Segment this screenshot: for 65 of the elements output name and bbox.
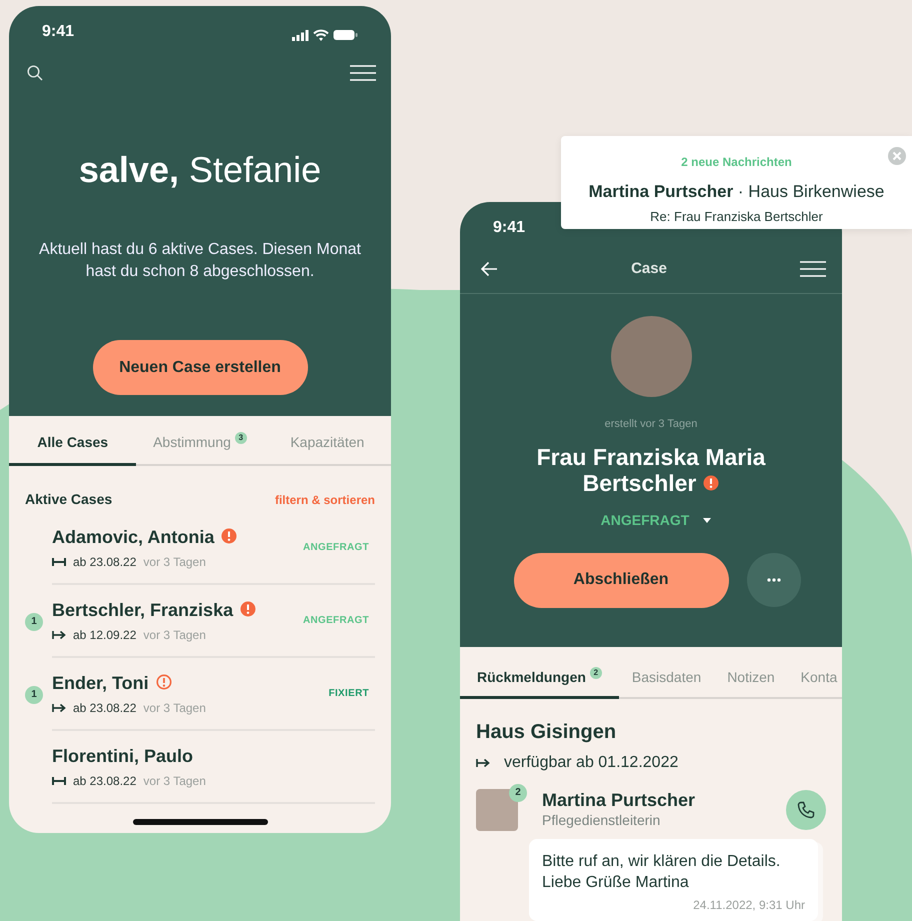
phone-icon (797, 801, 815, 819)
message-time: 24.11.2022, 9:31 Uhr (693, 898, 805, 912)
status-label: ANGEFRAGT (302, 541, 369, 555)
case-name: Bertschler (582, 470, 696, 496)
status-label: FIXIERT (328, 687, 369, 701)
tab[interactable]: Abstimmung 3 (136, 422, 264, 464)
contact-role: Pflegedienstleiterin (542, 810, 662, 830)
status-time: 9:41 (42, 22, 74, 42)
status-dropdown[interactable]: ANGEFRAGT (600, 510, 712, 530)
tab[interactable]: Alle Cases (9, 422, 136, 466)
count-badge: 3 (234, 432, 247, 444)
count-badge: 2 (509, 784, 527, 802)
case-name: Frau Franziska Maria (536, 444, 766, 470)
alert-icon (240, 601, 256, 617)
notification-subject: Re: Frau Franziska Bertschler (650, 208, 823, 224)
message-text: Bitte ruf an, wir klären die Details. Liebe Grüße Martina (542, 852, 782, 893)
case-name[interactable]: Bertschler, Franziska (52, 600, 234, 620)
menu-icon[interactable] (800, 261, 826, 278)
tab[interactable]: Rückmeldungen 2 (460, 657, 619, 699)
alert-icon (221, 528, 238, 544)
notification-title: 2 neue Nachrichten (681, 155, 792, 169)
status-time: 9:41 (493, 218, 526, 238)
created-age: vor 3 Tagen (143, 554, 206, 571)
start-date: ab 23.08.22 (73, 554, 136, 571)
notification-card[interactable]: 2 neue Nachrichten Martina Purtscher · Haus Birkenwiese Re: Frau Franziska Bertschler (561, 136, 912, 229)
signal-icon (292, 30, 309, 40)
count-badge: 1 (25, 686, 43, 704)
battery-icon (333, 29, 358, 41)
date-range-icon (52, 558, 66, 566)
search-icon[interactable] (27, 65, 43, 81)
created-age: vor 3 Tagen (143, 773, 206, 790)
wifi-icon (313, 29, 329, 41)
start-date: ab 12.09.22 (73, 627, 136, 644)
created-age: vor 3 Tagen (143, 700, 206, 717)
start-date: ab 23.08.22 (73, 773, 136, 790)
start-date: ab 23.08.22 (73, 700, 136, 717)
count-badge: 2 (590, 667, 602, 679)
menu-icon[interactable] (350, 65, 376, 81)
summary-text: Aktuell hast du 6 aktive Cases. Diesen Monat hast du schon 8 abgeschlossen. (39, 240, 361, 282)
greeting-heading: salve, Stefanie (78, 148, 322, 192)
status-label: ANGEFRAGT (302, 614, 369, 628)
date-range-icon (52, 777, 66, 785)
more-icon (766, 578, 780, 582)
back-arrow-icon[interactable] (480, 261, 498, 278)
arrow-right-icon (476, 758, 490, 768)
alert-icon (156, 674, 172, 690)
arrow-right-icon (52, 630, 66, 640)
contact-name: Martina Purtscher (542, 790, 696, 810)
availability-text: verfügbar ab 01.12.2022 (504, 753, 678, 773)
call-button[interactable] (786, 790, 826, 830)
created-age: vor 3 Tagen (143, 627, 206, 644)
case-name[interactable]: Ender, Toni (52, 673, 149, 693)
created-text: erstellt vor 3 Tagen (604, 418, 698, 430)
caret-icon (703, 518, 712, 522)
case-name[interactable]: Adamovic, Antonia (52, 527, 214, 547)
notification-sender: Martina Purtscher · Haus Birkenwiese (588, 182, 884, 201)
facility-name: Haus Gisingen (476, 720, 618, 745)
arrow-right-icon (52, 703, 66, 713)
alert-icon (703, 474, 720, 490)
create-case-button[interactable]: Neuen Case erstellen (92, 340, 308, 395)
complete-button[interactable]: Abschließen (514, 552, 728, 608)
case-name[interactable]: Florentini, Paulo (52, 746, 194, 766)
screen-title: Case (631, 259, 667, 279)
section-title: Aktive Cases (25, 490, 112, 509)
count-badge: 1 (25, 612, 43, 630)
